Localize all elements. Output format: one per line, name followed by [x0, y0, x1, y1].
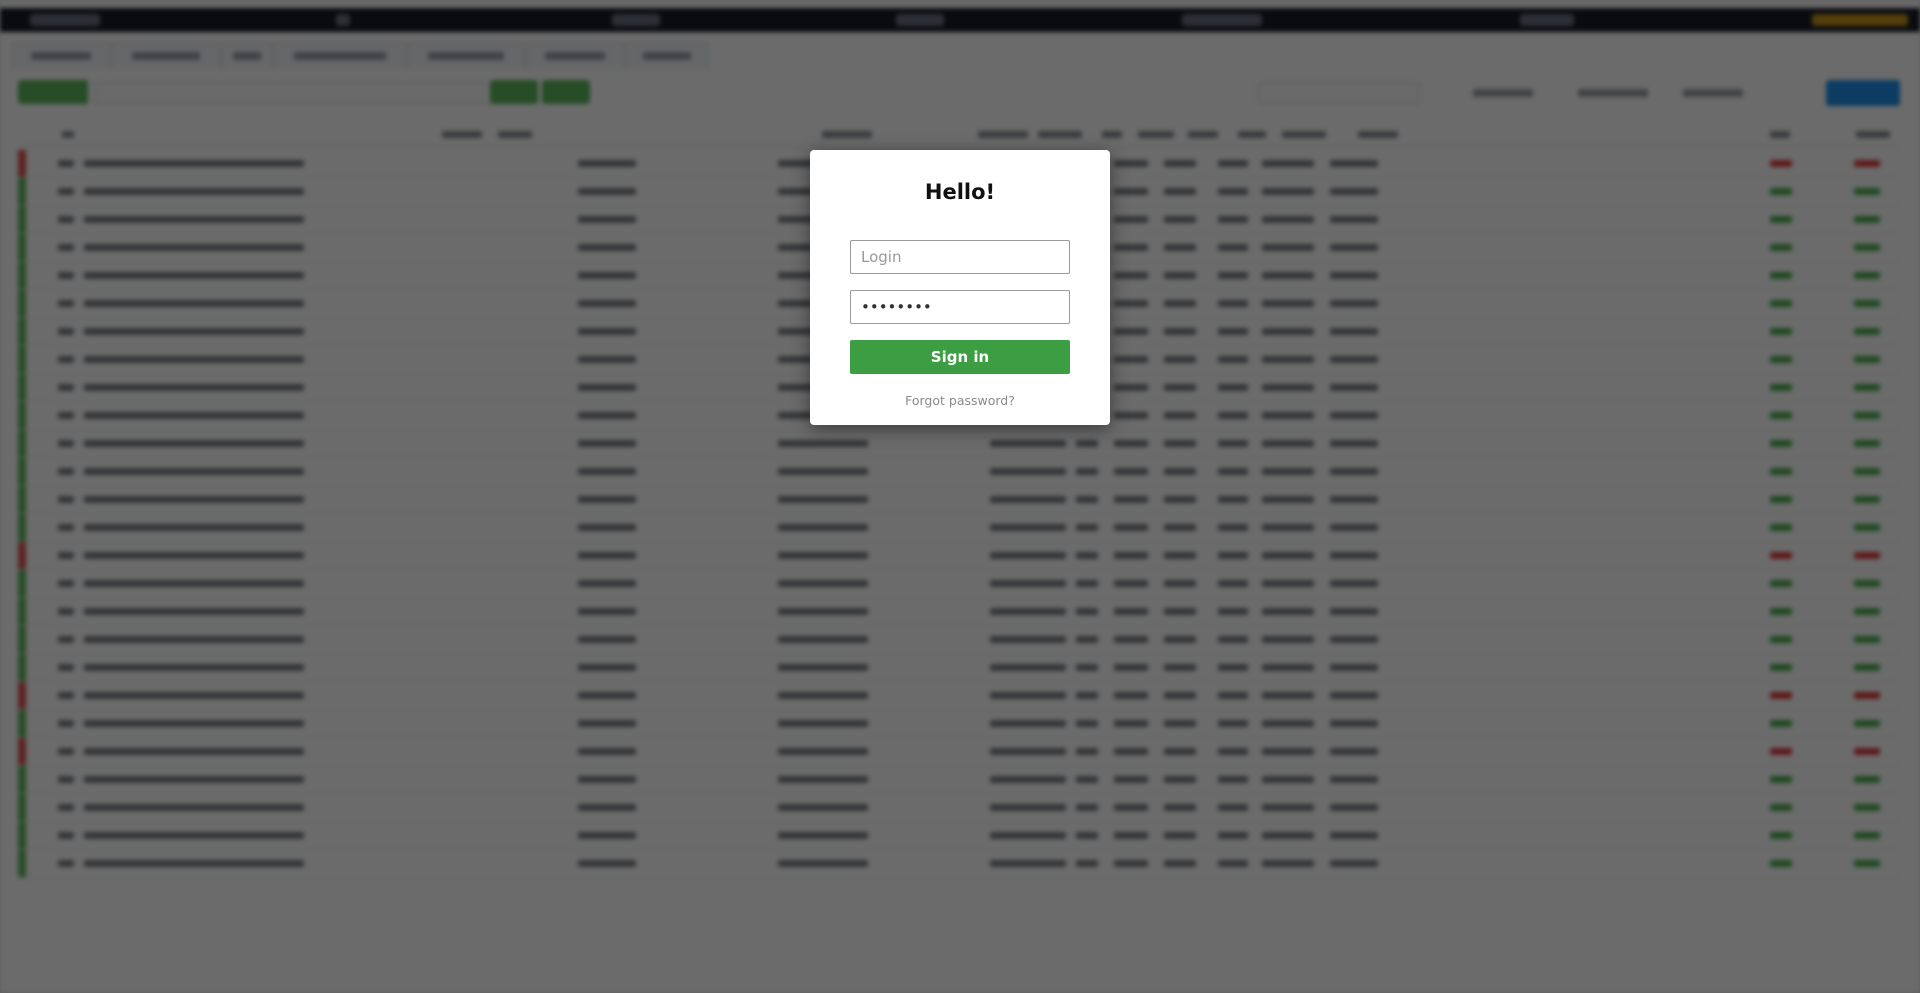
dialog-title: Hello! — [924, 180, 996, 204]
background-app — [0, 0, 1920, 993]
login-input[interactable] — [850, 240, 1070, 274]
forgot-password-link[interactable]: Forgot password? — [810, 393, 1110, 408]
password-input[interactable] — [850, 290, 1070, 324]
sign-in-button[interactable]: Sign in — [850, 340, 1070, 374]
modal-overlay — [0, 0, 1920, 993]
login-dialog: Hello! Sign in Forgot password? — [810, 150, 1110, 425]
